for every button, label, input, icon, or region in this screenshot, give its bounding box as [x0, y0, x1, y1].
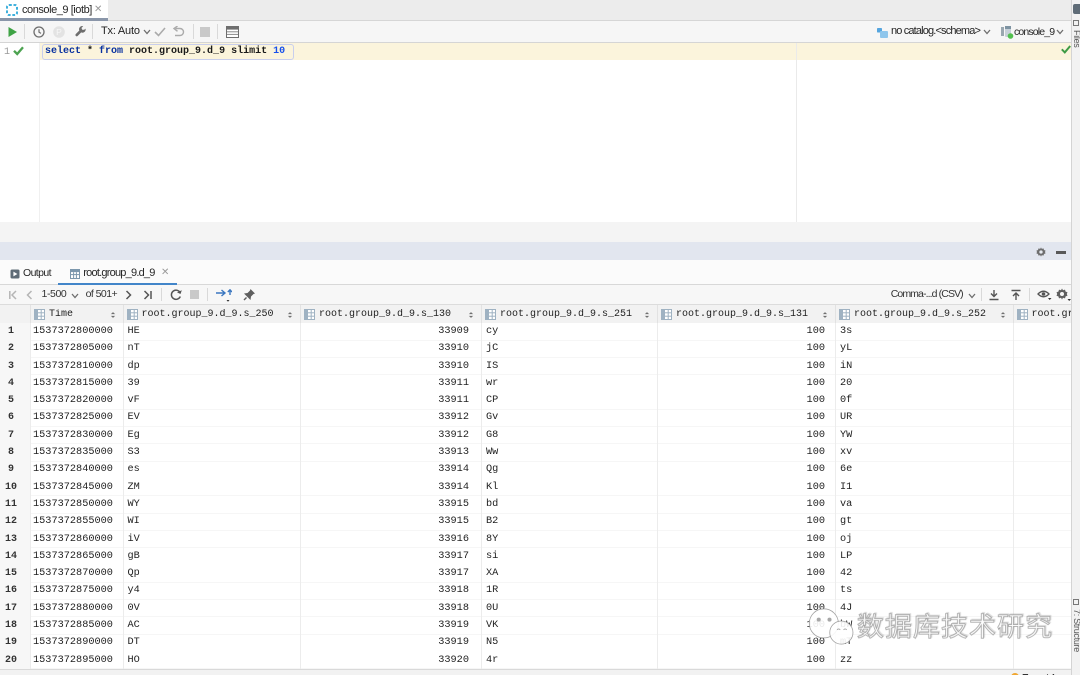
svg-text:P: P	[56, 27, 62, 37]
